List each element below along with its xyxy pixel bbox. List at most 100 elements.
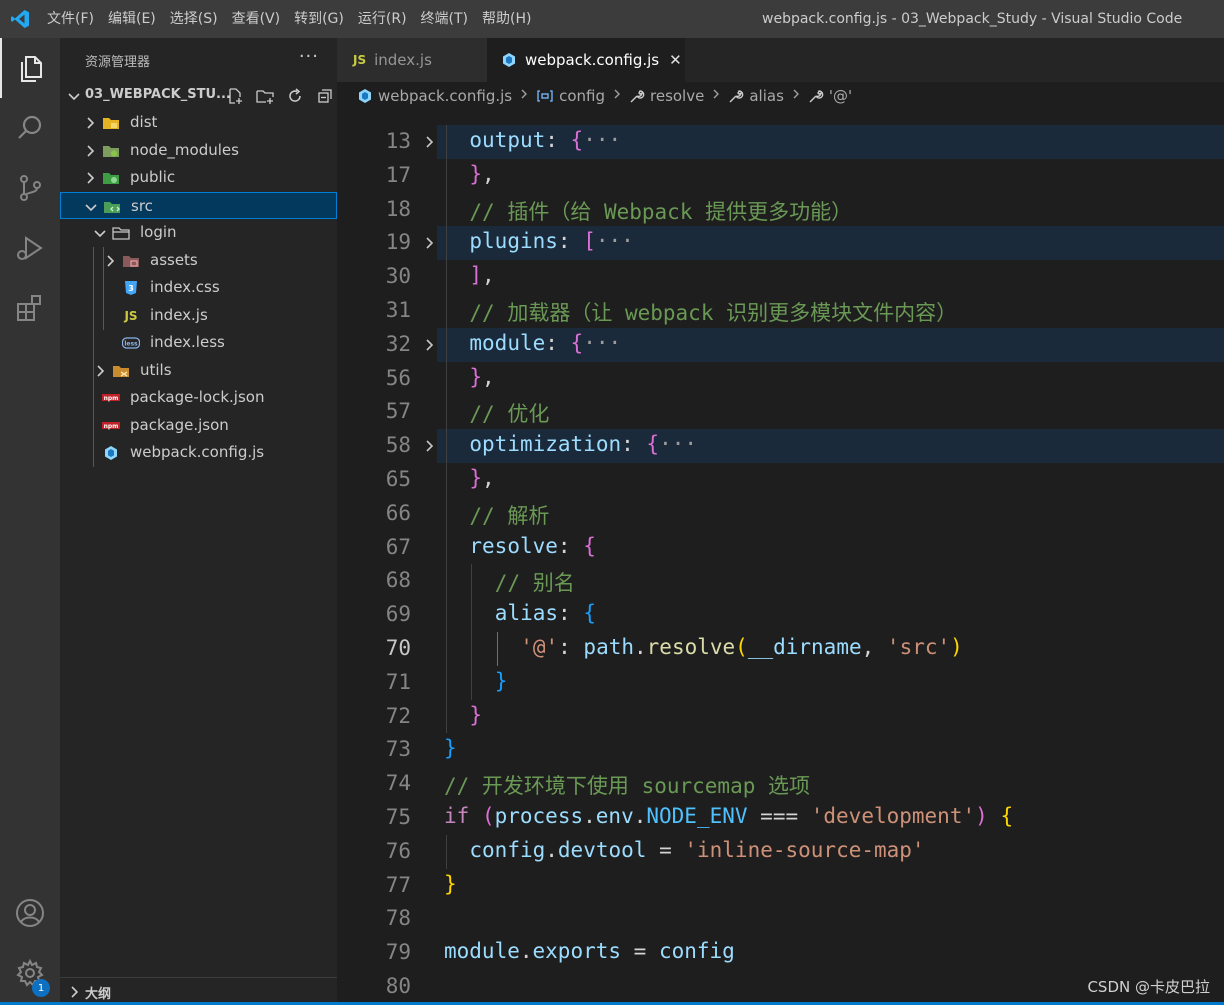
- code-text: // 插件（给 Webpack 提供更多功能）: [469, 196, 852, 226]
- code-token: ,: [482, 364, 495, 389]
- menu-item[interactable]: 编辑(E): [101, 0, 163, 38]
- tree-file[interactable]: JS index.js: [60, 302, 337, 329]
- tab-index-js[interactable]: JS index.js: [337, 38, 487, 82]
- chevron-right-icon: [82, 143, 98, 163]
- code-line[interactable]: 69 alias: {: [337, 598, 1224, 632]
- menu-item[interactable]: 转到(G): [287, 0, 351, 38]
- extensions-icon[interactable]: [0, 278, 60, 338]
- tree-folder[interactable]: utils: [60, 357, 337, 384]
- code-line[interactable]: 78: [337, 902, 1224, 936]
- tree-item-label: index.less: [150, 333, 225, 351]
- outline-panel[interactable]: 大纲: [60, 977, 337, 1005]
- indent-guide: [496, 632, 498, 666]
- project-root[interactable]: 03_WEBPACK_STU...: [60, 82, 337, 110]
- code-token: :: [621, 432, 647, 457]
- menu-item[interactable]: 文件(F): [40, 0, 101, 38]
- code-token: :: [557, 229, 584, 254]
- tree-file[interactable]: less index.less: [60, 329, 337, 356]
- tree-file[interactable]: 3 index.css: [60, 274, 337, 301]
- code-line[interactable]: 68 // 别名: [337, 564, 1224, 598]
- tree-folder[interactable]: dist: [60, 109, 337, 136]
- code-line[interactable]: 19 plugins: [···: [337, 226, 1224, 261]
- code-token: :: [557, 533, 584, 558]
- collapse-all-icon[interactable]: [310, 86, 340, 106]
- code-line[interactable]: 32 module: {···: [337, 327, 1224, 362]
- code-line[interactable]: 67 resolve: {: [337, 531, 1224, 565]
- code-line[interactable]: 75 if (process.env.NODE_ENV === 'developm…: [337, 801, 1224, 835]
- code-line[interactable]: 72}: [337, 700, 1224, 734]
- code-line[interactable]: 70 '@': path.resolve(__dirname, 'src'): [337, 632, 1224, 666]
- code-token: // 加载器（让 webpack 识别更多模块文件内容）: [469, 301, 958, 325]
- breadcrumb-item[interactable]: config: [536, 87, 605, 105]
- breadcrumb-item[interactable]: webpack.config.js: [357, 87, 512, 105]
- line-gutter: 73: [337, 733, 437, 767]
- tree-item-label: assets: [150, 250, 198, 269]
- tab-label: index.js: [374, 51, 432, 69]
- tree-file[interactable]: webpack.config.js: [60, 439, 337, 466]
- code-line[interactable]: 65},: [337, 463, 1224, 497]
- code-text: }: [495, 669, 508, 693]
- code-line[interactable]: 76 config.devtool = 'inline-source-map': [337, 835, 1224, 869]
- code-line[interactable]: 57 // 优化: [337, 395, 1224, 429]
- code-line[interactable]: 66 // 解析: [337, 497, 1224, 531]
- code-line[interactable]: 58 optimization: {···: [337, 429, 1224, 463]
- tree-folder[interactable]: node_modules: [60, 137, 337, 164]
- chevron-right-icon: [711, 88, 721, 104]
- tree-item-label: node_modules: [130, 140, 239, 159]
- line-number: 80: [385, 974, 411, 998]
- code-line[interactable]: 71}: [337, 666, 1224, 700]
- tree-folder[interactable]: public: [60, 164, 337, 191]
- line-number: 78: [385, 906, 411, 931]
- breadcrumb-item[interactable]: '@': [808, 87, 852, 105]
- new-folder-icon[interactable]: [250, 86, 280, 106]
- code-token: :: [558, 635, 584, 659]
- menu-item[interactable]: 帮助(H): [475, 0, 538, 38]
- new-file-icon[interactable]: [220, 86, 250, 106]
- menu-item[interactable]: 终端(T): [414, 0, 475, 38]
- code-line[interactable]: 30],: [337, 260, 1224, 294]
- fold-chevron-icon[interactable]: [423, 337, 437, 357]
- code-line[interactable]: 74 // 开发环境下使用 sourcemap 选项: [337, 767, 1224, 801]
- code-line[interactable]: 73}: [337, 733, 1224, 767]
- code-token: ···: [583, 330, 622, 355]
- code-editor[interactable]: 13 output: {··· 17}, 18// 插件（给 Webpack 提供更多…: [337, 110, 1224, 1005]
- code-token: }: [444, 871, 457, 896]
- line-gutter: 80: [337, 970, 437, 1004]
- search-icon[interactable]: [0, 98, 60, 158]
- menu-item[interactable]: 查看(V): [225, 0, 288, 38]
- refresh-icon[interactable]: [280, 86, 310, 106]
- tree-file[interactable]: npm package-lock.json: [60, 384, 337, 411]
- code-line[interactable]: 77}: [337, 869, 1224, 903]
- breadcrumb-item[interactable]: alias: [728, 87, 784, 105]
- code-token: ···: [583, 128, 622, 152]
- code-line[interactable]: 13 output: {···: [337, 125, 1224, 159]
- fold-chevron-icon[interactable]: [423, 235, 437, 255]
- code-line[interactable]: 56},: [337, 362, 1224, 396]
- account-icon[interactable]: [0, 883, 60, 943]
- tree-file[interactable]: npm package.json: [60, 412, 337, 439]
- code-token: ···: [659, 432, 697, 457]
- code-line[interactable]: 17},: [337, 159, 1224, 193]
- close-icon[interactable]: ✕: [669, 51, 682, 69]
- folder-dist-icon: [102, 114, 120, 132]
- tab-webpack-config[interactable]: webpack.config.js ✕: [487, 38, 685, 82]
- code-line[interactable]: 18 // 插件（给 Webpack 提供更多功能）: [337, 193, 1224, 227]
- fold-chevron-icon[interactable]: [423, 438, 437, 458]
- indent-guide: [446, 125, 447, 734]
- breadcrumb-label: alias: [749, 87, 784, 105]
- fold-chevron-icon[interactable]: [423, 134, 437, 154]
- run-debug-icon[interactable]: [0, 218, 60, 278]
- code-line[interactable]: 79 module.exports = config: [337, 936, 1224, 970]
- source-control-icon[interactable]: [0, 158, 60, 218]
- menu-item[interactable]: 选择(S): [163, 0, 225, 38]
- more-actions-icon[interactable]: ···: [299, 46, 319, 67]
- settings-gear-icon[interactable]: 1: [0, 943, 60, 1003]
- tree-folder[interactable]: src: [60, 191, 337, 219]
- code-line[interactable]: 31 // 加载器（让 webpack 识别更多模块文件内容）: [337, 294, 1224, 328]
- breadcrumb-item[interactable]: resolve: [629, 87, 704, 105]
- menu-item[interactable]: 运行(R): [351, 0, 414, 38]
- line-gutter: 32: [337, 327, 437, 362]
- tree-folder[interactable]: assets: [60, 247, 337, 274]
- explorer-icon[interactable]: [0, 38, 60, 98]
- tree-folder[interactable]: login: [60, 219, 337, 246]
